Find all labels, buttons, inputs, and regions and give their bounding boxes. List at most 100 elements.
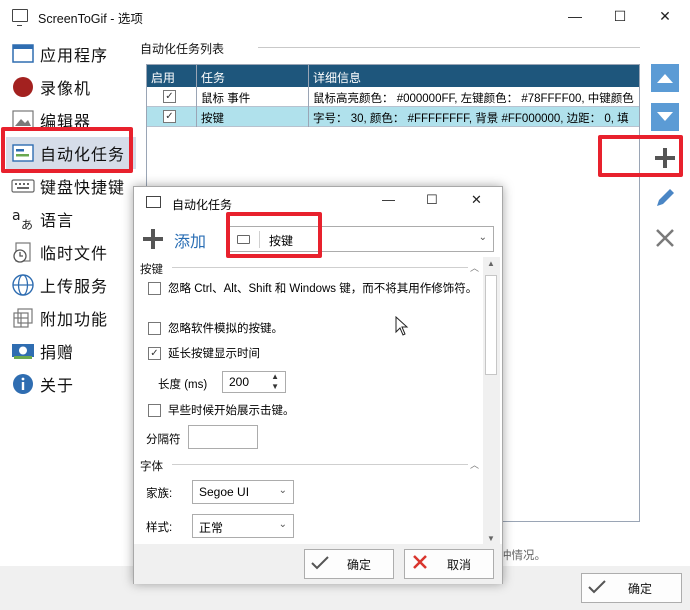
font-family-value: Segoe UI [199,485,250,499]
option-ignore-modifiers[interactable]: 忽略 Ctrl、Alt、Shift 和 Windows 键，而不将其用作修饰符。 [148,281,498,297]
option-extend-duration[interactable]: ✓ 延长按键显示时间 [148,346,498,362]
app-monitor-icon [12,9,28,26]
row-enabled-checkbox[interactable]: ✓ [163,110,176,123]
checkbox-checked[interactable]: ✓ [148,347,161,360]
sidebar-item-donate[interactable]: 捐赠 [6,335,136,367]
sidebar-item-editor[interactable]: 编辑器 [6,104,136,136]
row-task: 鼠标 事件 [201,93,251,105]
font-style-select[interactable]: 正常 ⌄ [192,514,294,538]
scroll-up-icon[interactable]: ▲ [487,259,495,268]
table-row[interactable]: ✓ 鼠标 事件 鼠标高亮颜色： #000000FF, 左键颜色： #78FFFF… [147,87,639,107]
group-divider [258,47,640,48]
task-type-select[interactable]: 按键 ⌄ [228,226,494,252]
row-details: 字号： 30, 颜色： #FFFFFFFF, 背景 #FF000000, 边距：… [313,113,629,125]
row-enabled-checkbox[interactable]: ✓ [163,90,176,103]
dialog-scrollbar[interactable]: ▲ ▼ [483,257,500,545]
stepper-arrows-icon[interactable]: ▲ ▼ [271,372,279,392]
dialog-footer: 确定 取消 [134,544,502,584]
col-task[interactable]: 任务 [201,69,225,86]
row-task: 按键 [201,113,224,125]
app-monitor-icon [146,196,161,208]
sidebar-item-language[interactable]: aあ 语言 [6,203,136,235]
dialog-cancel-button[interactable]: 取消 [404,549,494,579]
task-list-title: 自动化任务列表 [140,42,225,56]
options-sidebar: 应用程序 录像机 编辑器 自动化任务 键盘快捷键 aあ 语言 临时文件 上传服务… [0,38,136,578]
window-title: ScreenToGif - 选项 [38,12,143,26]
checkbox[interactable] [148,404,161,417]
dialog-titlebar: 自动化任务 — ☐ ✕ [134,187,502,219]
separator-input[interactable] [188,425,258,449]
chevron-down-icon: ⌄ [278,485,287,496]
row-details: 鼠标高亮颜色： #000000FF, 左键颜色： #78FFFF00, 中键颜色 [313,93,634,105]
arrow-down-icon [657,112,673,121]
sidebar-item-temp-files[interactable]: 临时文件 [6,236,136,268]
checkbox[interactable] [148,322,161,335]
scroll-down-icon[interactable]: ▼ [487,534,495,543]
sidebar-item-automation[interactable]: 自动化任务 [6,137,136,169]
window-titlebar: ScreenToGif - 选项 — ☐ ✕ [0,0,690,32]
edit-task-button[interactable] [651,184,679,212]
col-details[interactable]: 详细信息 [313,69,361,86]
dialog-close-button[interactable]: ✕ [471,192,482,208]
plus-icon [142,228,164,253]
sidebar-item-application[interactable]: 应用程序 [6,38,136,70]
ok-label: 确定 [628,581,653,596]
section-divider [172,464,468,465]
combo-divider [259,231,260,248]
remove-task-button[interactable] [651,224,679,252]
table-row-selected[interactable]: ✓ 按键 字号： 30, 颜色： #FFFFFFFF, 背景 #FF000000… [147,107,639,127]
sidebar-item-extras[interactable]: 附加功能 [6,302,136,334]
minimize-button[interactable]: — [560,4,590,28]
remove-x-icon [656,229,674,247]
extras-icon [10,306,36,330]
maximize-button[interactable]: ☐ [605,4,635,28]
option-text: 忽略 Ctrl、Alt、Shift 和 Windows 键，而不将其用作修饰符。 [168,283,478,295]
editor-icon [10,108,36,132]
sidebar-label: 附加功能 [40,310,109,329]
section-font-title: 字体 [140,461,163,473]
task-type-value: 按键 [269,234,294,248]
sidebar-item-about[interactable]: 关于 [6,368,136,400]
checkbox[interactable] [148,282,161,295]
application-icon [10,42,36,66]
sidebar-label: 语言 [40,211,75,230]
sidebar-item-upload[interactable]: 上传服务 [6,269,136,301]
dialog-maximize-button[interactable]: ☐ [426,192,438,208]
dialog-ok-button[interactable]: 确定 [304,549,394,579]
option-text: 延长按键显示时间 [168,348,260,360]
option-ignore-injected[interactable]: 忽略软件模拟的按键。 [148,321,498,337]
scrollbar-thumb[interactable] [485,275,497,375]
svg-text:a: a [12,208,21,224]
sidebar-item-hotkeys[interactable]: 键盘快捷键 [6,170,136,202]
sidebar-label: 应用程序 [40,46,109,65]
ok-button[interactable]: 确定 [581,573,682,603]
check-icon [582,578,612,599]
column-divider [308,65,309,127]
sidebar-label: 自动化任务 [40,145,126,164]
pencil-icon [657,189,674,206]
dialog-minimize-button[interactable]: — [382,192,395,207]
option-text: 忽略软件模拟的按键。 [168,323,283,335]
close-button[interactable]: ✕ [650,4,680,28]
font-family-select[interactable]: Segoe UI ⌄ [192,480,294,504]
length-stepper[interactable]: 200 ▲ ▼ [222,371,286,393]
task-settings-scroll[interactable]: 按键 ︿ 忽略 Ctrl、Alt、Shift 和 Windows 键，而不将其用… [134,259,504,543]
option-early-start[interactable]: 早些时候开始展示击键。 [148,403,498,419]
col-enabled[interactable]: 启用 [151,69,175,86]
style-label: 样式: [146,522,173,534]
add-task-button[interactable] [651,144,679,172]
section-divider [172,267,468,268]
plus-icon [655,148,675,168]
collapse-caret-icon[interactable]: ︿ [470,458,479,471]
add-label: 添加 [174,234,207,251]
move-down-button[interactable] [651,103,679,131]
arrow-up-icon [657,74,673,83]
sidebar-item-recorder[interactable]: 录像机 [6,71,136,103]
add-header: 添加 [142,227,206,253]
sidebar-label: 编辑器 [40,112,92,131]
move-up-button[interactable] [651,64,679,92]
option-text: 早些时候开始展示击键。 [168,405,295,417]
automation-icon [10,141,36,165]
upload-icon [10,273,36,297]
collapse-caret-icon[interactable]: ︿ [470,261,479,274]
